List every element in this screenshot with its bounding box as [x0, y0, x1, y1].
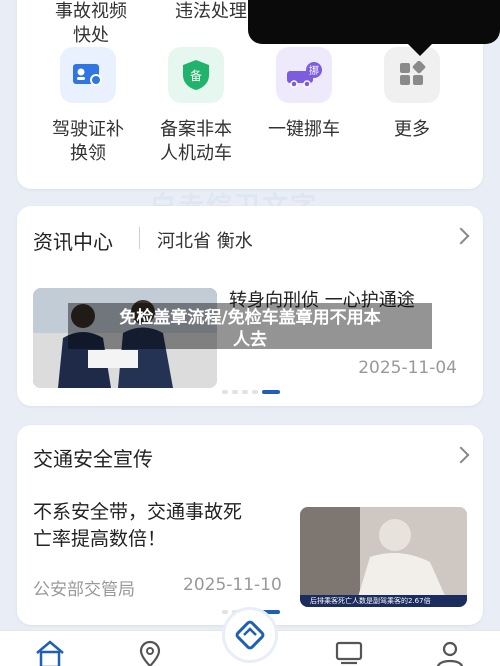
carousel-indicator [222, 390, 280, 394]
region-selector[interactable]: 河北省 衡水 [157, 227, 253, 253]
center-action-button[interactable] [222, 607, 278, 663]
traffic-headline[interactable]: 不系安全带，交通事故死 亡率提高数倍！ [33, 499, 242, 553]
headline-line: 亡率提高数倍！ [33, 528, 167, 550]
svg-text:备: 备 [190, 69, 202, 83]
service-accident-video[interactable]: 事故视频 快处 [31, 0, 151, 48]
carousel-dot [252, 390, 258, 394]
service-record-vehicle[interactable]: 备案非本 人机动车 [136, 118, 256, 166]
image-caption: 后排乘客死亡人数是副驾乘客的2.67倍 [310, 597, 431, 605]
svg-text:挪: 挪 [309, 64, 319, 77]
traffic-section-title: 交通安全宣传 [33, 447, 153, 471]
headline-line: 不系安全带，交通事故死 [33, 501, 243, 523]
carousel-dot-active [262, 390, 280, 394]
carousel-dot [222, 390, 228, 394]
service-license-renew[interactable]: 驾驶证补 换领 [28, 118, 148, 166]
center-action-icon [235, 620, 265, 650]
traffic-source: 公安部交管局 [33, 580, 135, 600]
carousel-dot [232, 390, 238, 394]
nav-location-icon[interactable] [134, 639, 166, 666]
nav-home-icon[interactable] [34, 639, 66, 666]
service-label: 事故视频 快处 [55, 1, 127, 46]
divider [139, 227, 140, 249]
nav-profile-icon[interactable] [434, 639, 466, 666]
license-icon[interactable] [60, 47, 116, 103]
service-label: 驾驶证补 [52, 119, 124, 140]
move-car-icon[interactable]: 挪 [276, 47, 332, 103]
carousel-dot [222, 610, 228, 614]
service-label: 备案非本 [160, 119, 232, 140]
chevron-right-icon[interactable] [452, 227, 470, 245]
service-label: 一键挪车 [268, 119, 340, 140]
article-title-overlay: 免检盖章流程/免检车盖章用不用本 人去 [68, 303, 432, 350]
overlay-title-line: 免检盖章流程/免检车盖章用不用本 [119, 308, 381, 328]
service-label: 人机动车 [160, 143, 232, 164]
carousel-dot [242, 390, 248, 394]
nav-device-icon[interactable] [333, 639, 365, 666]
overlay-title-line: 人去 [233, 330, 267, 350]
chevron-right-icon[interactable] [452, 446, 470, 464]
service-move-car[interactable]: 一键挪车 [244, 118, 364, 142]
traffic-safety-card: 交通安全宣传 不系安全带，交通事故死 亡率提高数倍！ 公安部交管局 2025-1… [17, 425, 483, 625]
tooltip-popup [248, 0, 500, 56]
bottom-navigation [0, 607, 500, 666]
service-more[interactable]: 更多 [352, 118, 472, 142]
news-section-title: 资讯中心 [33, 230, 113, 254]
service-label: 更多 [394, 119, 430, 140]
traffic-image[interactable]: 后排乘客死亡人数是副驾乘客的2.67倍 [300, 507, 467, 607]
traffic-date: 2025-11-10 [183, 575, 282, 595]
news-date: 2025-11-04 [358, 358, 457, 378]
service-label: 换领 [70, 143, 106, 164]
record-shield-icon[interactable]: 备 [168, 47, 224, 103]
